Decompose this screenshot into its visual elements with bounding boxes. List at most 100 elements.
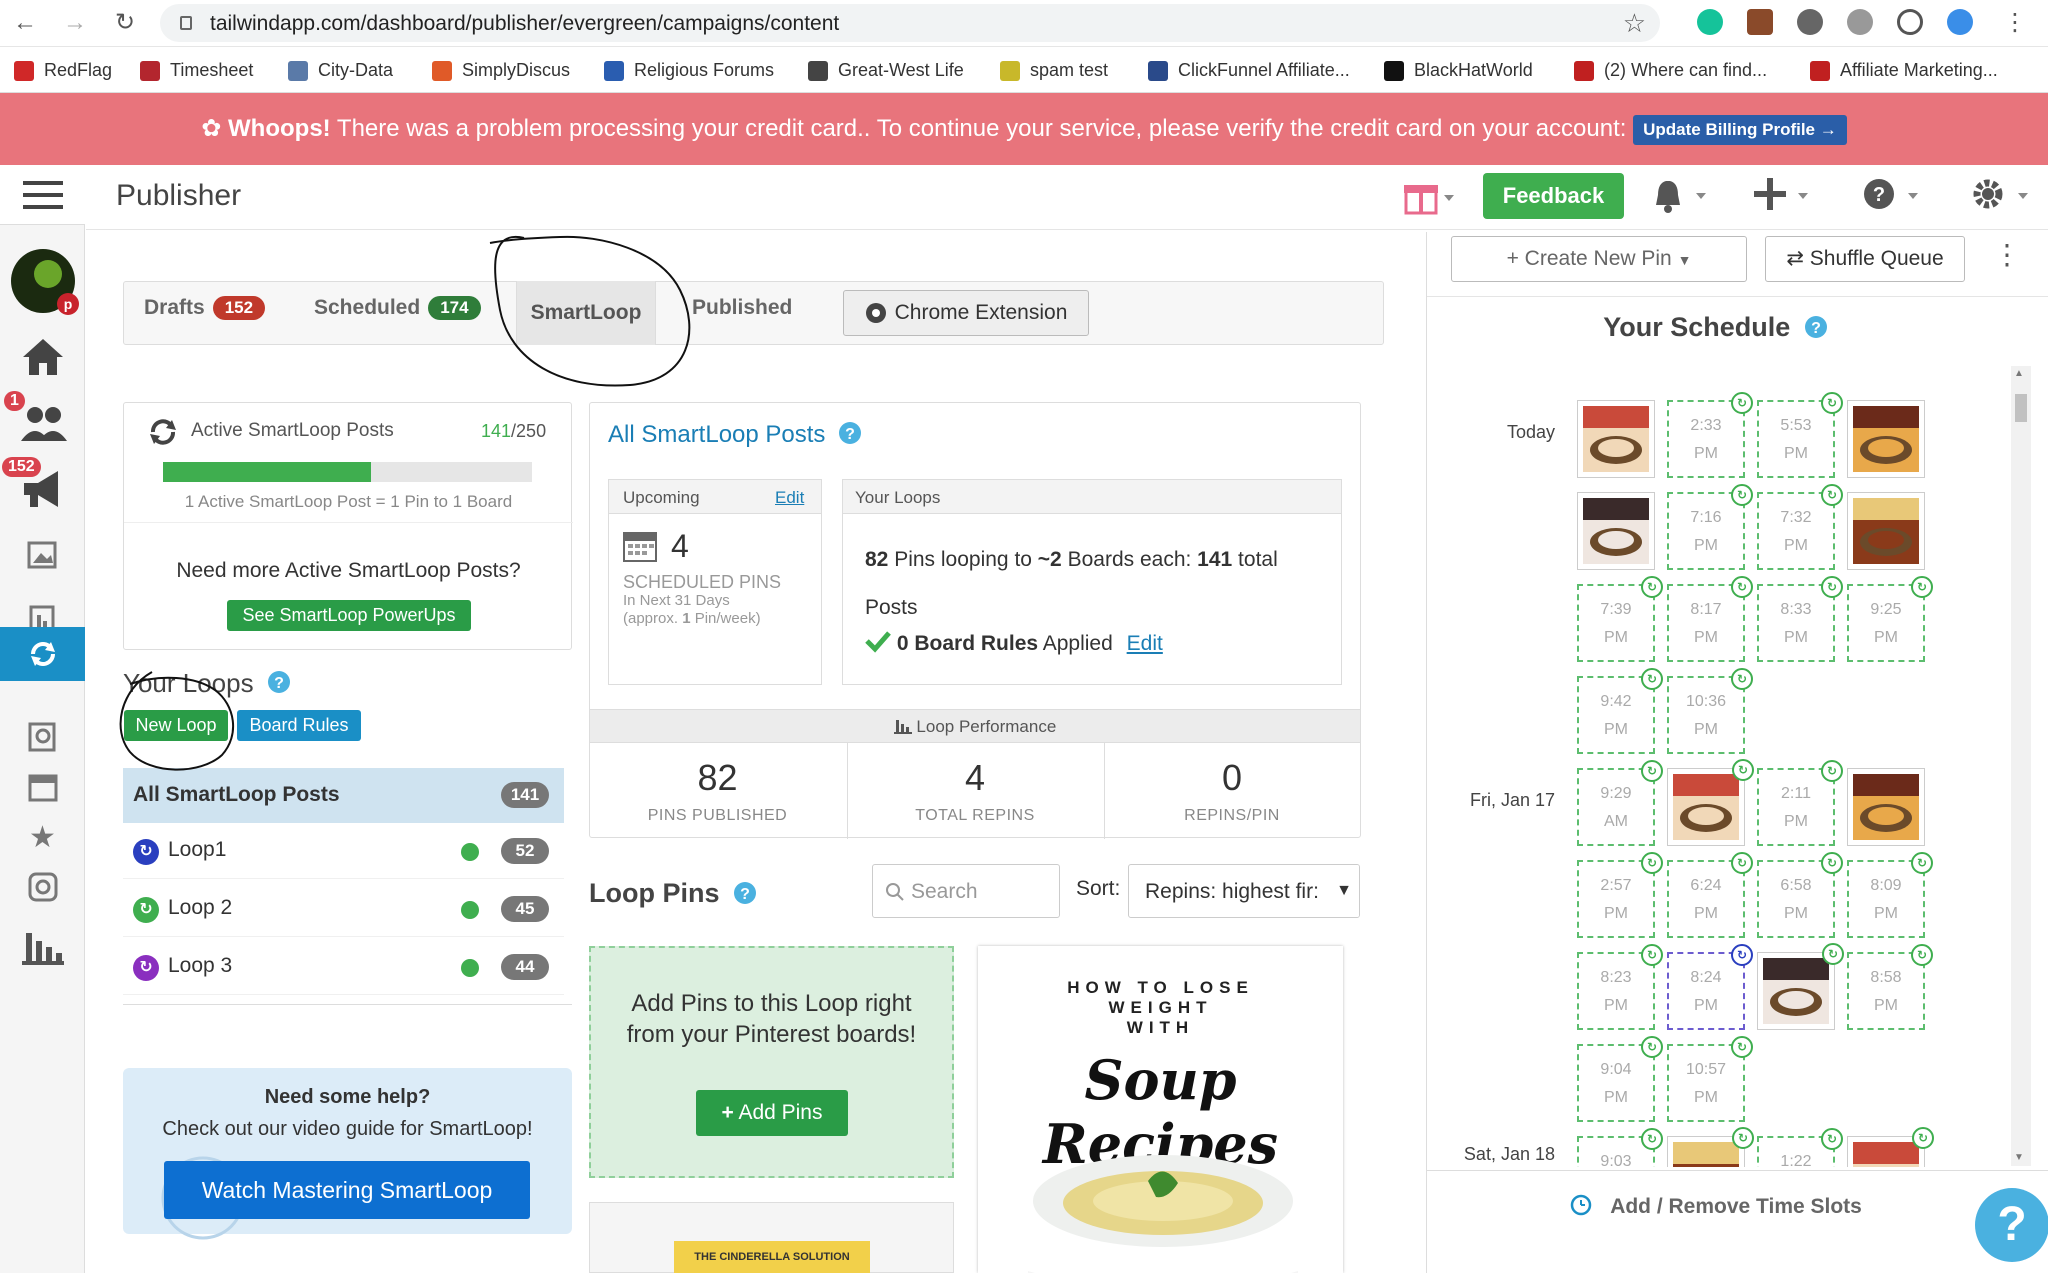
scheduled-pin-slot[interactable] xyxy=(1847,492,1925,570)
scroll-down-icon[interactable]: ▼ xyxy=(2014,1152,2024,1163)
scheduled-pin-slot[interactable] xyxy=(1847,400,1925,478)
scheduled-pin-slot[interactable] xyxy=(1847,768,1925,846)
back-icon[interactable]: ← xyxy=(10,8,40,38)
bookmark-item[interactable]: City-Data xyxy=(288,60,393,81)
board-rules-button[interactable]: Board Rules xyxy=(237,710,361,741)
empty-time-slot[interactable]: 1:22 ↻ xyxy=(1757,1128,1843,1167)
tab-smartloop[interactable]: SmartLoop xyxy=(516,281,656,345)
loop-row[interactable]: ↻ Loop 3 44 xyxy=(123,939,564,995)
grammarly-icon[interactable] xyxy=(1697,9,1723,35)
scheduled-pin-slot[interactable] xyxy=(1577,492,1655,570)
empty-time-slot[interactable]: 2:33 PM ↻ xyxy=(1667,392,1753,478)
empty-time-slot[interactable]: 2:57 PM ↻ xyxy=(1577,852,1663,938)
feather-extension-icon[interactable] xyxy=(1947,9,1973,35)
scheduled-pin-slot[interactable]: ↻ xyxy=(1757,943,1844,1030)
search-input[interactable]: Search xyxy=(872,864,1060,918)
feedback-button[interactable]: Feedback xyxy=(1483,173,1624,219)
bookmark-item[interactable]: BlackHatWorld xyxy=(1384,60,1533,81)
empty-time-slot[interactable]: 10:57 PM ↻ xyxy=(1667,1036,1753,1122)
empty-time-slot[interactable]: 7:39 PM ↻ xyxy=(1577,576,1663,662)
sort-select[interactable]: Repins: highest fir: ▼ xyxy=(1128,864,1360,918)
loop-row[interactable]: ↻ Loop1 52 xyxy=(123,823,564,879)
star-icon[interactable]: ☆ xyxy=(1623,8,1646,39)
scheduled-pin-slot[interactable] xyxy=(1577,400,1655,478)
megaphone-icon[interactable]: 152 xyxy=(0,457,85,521)
empty-time-slot[interactable]: 9:04 PM ↻ xyxy=(1577,1036,1663,1122)
bookmark-item[interactable]: Affiliate Marketing... xyxy=(1810,60,1998,81)
hamburger-icon[interactable] xyxy=(0,165,85,225)
users-icon[interactable]: 1 xyxy=(0,391,85,455)
empty-time-slot[interactable]: 8:23 PM ↻ xyxy=(1577,944,1663,1030)
analytics-icon[interactable] xyxy=(0,915,85,979)
bookmark-item[interactable]: Timesheet xyxy=(140,60,253,81)
empty-time-slot[interactable]: 7:32 PM ↻ xyxy=(1757,484,1843,570)
tab-drafts[interactable]: Drafts 152 xyxy=(144,296,266,320)
plus-icon[interactable] xyxy=(1754,177,1812,220)
board-rules-edit-link[interactable]: Edit xyxy=(1127,632,1163,655)
empty-time-slot[interactable]: 9:29 AM ↻ xyxy=(1577,760,1663,846)
help-circle-icon[interactable]: ? xyxy=(838,421,862,445)
bookmark-item[interactable]: RedFlag xyxy=(14,60,112,81)
empty-time-slot[interactable]: 10:36 PM ↻ xyxy=(1667,668,1753,754)
chrome-extension-button[interactable]: Chrome Extension xyxy=(843,290,1089,336)
pin-card-soup[interactable]: HOW TO LOSE WEIGHT WITH Soup Recipes xyxy=(978,946,1343,1273)
upcoming-edit-link[interactable]: Edit xyxy=(775,488,804,508)
empty-time-slot[interactable]: 8:33 PM ↻ xyxy=(1757,576,1843,662)
see-powerups-button[interactable]: See SmartLoop PowerUps xyxy=(227,600,471,631)
empty-time-slot[interactable]: 5:53 PM ↻ xyxy=(1757,392,1843,478)
settings-gear-icon[interactable] xyxy=(1972,177,2030,220)
magnifier-extension-icon[interactable] xyxy=(1897,9,1923,35)
scroll-up-icon[interactable]: ▲ xyxy=(2014,368,2024,379)
help-circle-icon[interactable]: ? xyxy=(267,670,291,694)
pin-card-cinderella[interactable]: THE CINDERELLA SOLUTION xyxy=(589,1202,954,1273)
bookmark-item[interactable]: ClickFunnel Affiliate... xyxy=(1148,60,1350,81)
update-billing-button[interactable]: Update Billing Profile → xyxy=(1633,114,1847,145)
scheduled-pin-slot[interactable]: ↻ xyxy=(1667,1127,1754,1167)
instagram-icon[interactable] xyxy=(0,855,85,919)
empty-time-slot[interactable]: 8:17 PM ↻ xyxy=(1667,576,1753,662)
empty-time-slot[interactable]: 7:16 PM ↻ xyxy=(1667,484,1753,570)
add-pins-button[interactable]: + Add Pins xyxy=(696,1090,848,1136)
forward-icon[interactable]: → xyxy=(60,8,90,38)
help-icon[interactable]: ? xyxy=(1864,177,1922,220)
support-help-button[interactable]: ? xyxy=(1975,1188,2048,1262)
bookmark-item[interactable]: Great-West Life xyxy=(808,60,964,81)
browser-menu-icon[interactable]: ⋮ xyxy=(2000,8,2030,38)
home-icon[interactable] xyxy=(0,325,85,389)
url-field[interactable]: tailwindapp.com/dashboard/publisher/ever… xyxy=(160,4,1660,42)
empty-time-slot[interactable]: 6:58 PM ↻ xyxy=(1757,852,1843,938)
images-icon[interactable] xyxy=(0,523,85,587)
watch-mastering-button[interactable]: Watch Mastering SmartLoop xyxy=(164,1161,530,1219)
empty-time-slot[interactable]: 9:25 PM ↻ xyxy=(1847,576,1933,662)
smartloop-nav-icon[interactable] xyxy=(0,627,85,681)
extension-box-icon[interactable] xyxy=(1747,9,1773,35)
add-remove-timeslots[interactable]: Add / Remove Time Slots xyxy=(1427,1192,2004,1219)
new-loop-button[interactable]: New Loop xyxy=(124,710,228,741)
tab-published[interactable]: Published xyxy=(692,296,792,320)
bookmark-item[interactable]: (2) Where can find... xyxy=(1574,60,1767,81)
empty-time-slot[interactable]: 8:24 PM ↻ xyxy=(1667,944,1753,1030)
empty-time-slot[interactable]: 9:03 ↻ xyxy=(1577,1128,1663,1167)
help-circle-icon[interactable]: ? xyxy=(733,881,757,905)
loop-row[interactable]: ↻ Loop 2 45 xyxy=(123,881,564,937)
empty-time-slot[interactable]: 8:58 PM ↻ xyxy=(1847,944,1933,1030)
reload-icon[interactable]: ↻ xyxy=(110,8,140,38)
all-smartloop-posts-row[interactable]: All SmartLoop Posts 141 xyxy=(123,768,564,823)
empty-time-slot[interactable]: 2:11 PM ↻ xyxy=(1757,760,1843,846)
schedule-scroll-thumb[interactable] xyxy=(2015,394,2027,422)
gear-extension-icon[interactable] xyxy=(1847,9,1873,35)
gift-icon[interactable] xyxy=(1404,177,1454,220)
pinterest-extension-icon[interactable] xyxy=(1797,9,1823,35)
empty-time-slot[interactable]: 9:42 PM ↻ xyxy=(1577,668,1663,754)
bookmark-item[interactable]: spam test xyxy=(1000,60,1108,81)
bell-icon[interactable] xyxy=(1652,177,1708,220)
tab-scheduled[interactable]: Scheduled 174 xyxy=(314,296,481,320)
bookmark-item[interactable]: SimplyDiscus xyxy=(432,60,570,81)
empty-time-slot[interactable]: 6:24 PM ↻ xyxy=(1667,852,1753,938)
schedule-scrollbar[interactable]: ▲ ▼ xyxy=(2011,366,2031,1166)
scheduled-pin-slot[interactable]: ↻ xyxy=(1667,759,1754,846)
scheduled-pin-slot[interactable]: ↻ xyxy=(1847,1127,1934,1167)
bookmark-item[interactable]: Religious Forums xyxy=(604,60,774,81)
empty-time-slot[interactable]: 8:09 PM ↻ xyxy=(1847,852,1933,938)
profile-avatar[interactable]: p xyxy=(0,241,85,321)
